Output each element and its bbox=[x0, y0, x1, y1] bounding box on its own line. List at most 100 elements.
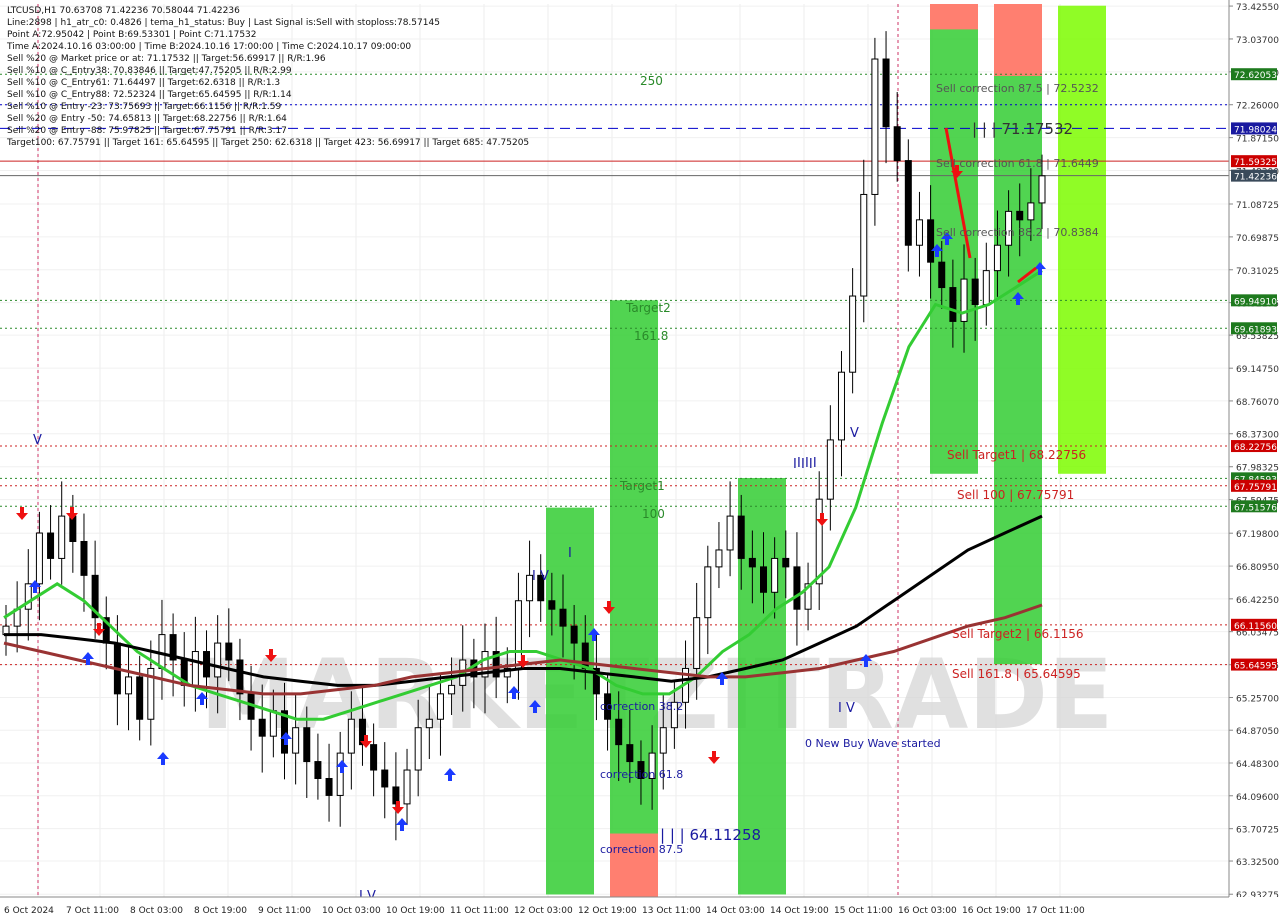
candle-body bbox=[938, 261, 946, 289]
candle-body bbox=[927, 219, 935, 263]
price-axis: 73.4255073.0370072.6485072.2600071.87150… bbox=[1228, 0, 1280, 920]
time-tick-label: 16 Oct 03:00 bbox=[898, 906, 957, 916]
candle-body bbox=[982, 270, 990, 305]
time-tick-label: 10 Oct 19:00 bbox=[386, 906, 445, 916]
time-tick-label: 17 Oct 11:00 bbox=[1026, 906, 1085, 916]
candle-body bbox=[715, 549, 723, 568]
price-tick-label: 66.80950 bbox=[1236, 563, 1279, 573]
price-tag-label: 66.11560 bbox=[1234, 622, 1277, 632]
chart-annotation: correction 87.5 bbox=[600, 843, 683, 856]
candle-body bbox=[35, 532, 43, 585]
wave-label: V bbox=[850, 426, 859, 441]
chart-annotation: 0 New Buy Wave started bbox=[805, 737, 941, 750]
time-tick-label: 6 Oct 2024 bbox=[4, 906, 54, 916]
candle-body bbox=[771, 557, 779, 593]
chart-annotation: Sell correction 38.2 | 70.8384 bbox=[936, 226, 1099, 239]
candle-body bbox=[748, 557, 756, 568]
price-tick-label: 64.09600 bbox=[1236, 793, 1279, 803]
candle-body bbox=[570, 625, 578, 644]
candle-body bbox=[626, 744, 634, 763]
time-tick-label: 12 Oct 03:00 bbox=[514, 906, 573, 916]
chart-annotation: Target2 bbox=[625, 301, 671, 315]
price-tick-label: 65.25700 bbox=[1236, 694, 1279, 704]
candle-body bbox=[904, 160, 912, 246]
candle-body bbox=[414, 727, 422, 771]
candle-body bbox=[236, 659, 244, 695]
candle-body bbox=[370, 744, 378, 771]
header-line: Sell %20 @ Market price or at: 71.17532 … bbox=[7, 54, 326, 64]
header-line: Sell %10 @ C_Entry61: 71.64497 || Target… bbox=[7, 78, 280, 88]
candle-body bbox=[347, 718, 355, 754]
chart-window: MARKETZITRADE 250Target2161.8Target1100c… bbox=[0, 0, 1280, 920]
fib-zone bbox=[546, 507, 594, 895]
price-tick-label: 69.14750 bbox=[1236, 365, 1279, 375]
candle-body bbox=[949, 287, 957, 322]
chart-annotation: Sell correction 87.5 | 72.5232 bbox=[936, 82, 1099, 95]
candle-body bbox=[158, 634, 166, 669]
price-tag-label: 67.51576 bbox=[1234, 503, 1277, 513]
chart-annotation: Sell 100 | 67.75791 bbox=[957, 488, 1074, 502]
price-tick-label: 72.26000 bbox=[1236, 102, 1279, 112]
chart-annotation: Sell 161.8 | 65.64595 bbox=[952, 667, 1081, 681]
time-tick-label: 14 Oct 03:00 bbox=[706, 906, 765, 916]
candle-body bbox=[915, 219, 923, 246]
candle-body bbox=[58, 515, 66, 559]
wave-label: V bbox=[33, 433, 42, 448]
candle-body bbox=[993, 244, 1001, 272]
price-tag-label: 71.98024 bbox=[1234, 125, 1277, 135]
price-tick-label: 73.03700 bbox=[1236, 36, 1279, 46]
price-chart: MARKETZITRADE 250Target2161.8Target1100c… bbox=[0, 0, 1280, 920]
wave-label: I V bbox=[838, 701, 855, 716]
time-tick-label: 15 Oct 11:00 bbox=[834, 906, 893, 916]
chart-annotation: 250 bbox=[640, 74, 663, 88]
header-line: Sell %20 @ Entry -50: 74.65813 || Target… bbox=[7, 114, 287, 124]
chart-annotation: correction 61.8 bbox=[600, 768, 683, 781]
price-tag-label: 71.59325 bbox=[1234, 158, 1277, 168]
wave-label: I bbox=[568, 546, 572, 561]
candle-body bbox=[548, 600, 556, 610]
header-line: Sell %10 @ Entry -23: 73.75693 || Target… bbox=[7, 102, 281, 112]
candle-body bbox=[1038, 175, 1046, 204]
time-tick-label: 11 Oct 11:00 bbox=[450, 906, 509, 916]
header-line: Sell %10 @ C_Entry88: 72.52324 || Target… bbox=[7, 90, 292, 100]
wave-label: I V bbox=[532, 569, 549, 584]
candle-body bbox=[704, 566, 712, 619]
candle-body bbox=[24, 583, 32, 610]
candle-body bbox=[882, 58, 890, 128]
candle-body bbox=[269, 710, 277, 737]
price-tick-label: 73.42550 bbox=[1236, 3, 1279, 13]
price-tag-label: 68.22756 bbox=[1234, 443, 1277, 453]
chart-annotation: Sell Target2 | 66.1156 bbox=[952, 627, 1084, 641]
header-line: Sell %20 @ Entry -88: 75.97825 || Target… bbox=[7, 126, 287, 136]
wave-label: I I I bbox=[793, 457, 813, 472]
time-tick-label: 8 Oct 03:00 bbox=[130, 906, 183, 916]
price-tick-label: 70.31025 bbox=[1236, 267, 1279, 277]
candle-body bbox=[860, 193, 868, 297]
header-line: Time A:2024.10.16 03:00:00 | Time B:2024… bbox=[6, 42, 411, 52]
chart-annotation: | | | 71.17532 bbox=[972, 120, 1073, 138]
price-tick-label: 64.87050 bbox=[1236, 727, 1279, 737]
time-axis-bg bbox=[0, 897, 1280, 920]
price-tick-label: 67.19800 bbox=[1236, 530, 1279, 540]
candle-body bbox=[815, 498, 823, 585]
chart-annotation: | | | 64.11258 bbox=[660, 826, 761, 844]
candle-body bbox=[693, 617, 701, 669]
fib-zone bbox=[610, 300, 658, 895]
header-line: Target100: 67.75791 || Target 161: 65.64… bbox=[6, 138, 529, 148]
time-tick-label: 9 Oct 11:00 bbox=[258, 906, 311, 916]
chart-annotation: Sell Target1 | 68.22756 bbox=[947, 448, 1086, 462]
fib-zone-cap bbox=[930, 4, 978, 30]
price-tag-label: 72.62053 bbox=[1234, 71, 1277, 81]
price-tag-label: 69.61893 bbox=[1234, 325, 1277, 335]
candle-body bbox=[425, 718, 433, 729]
candle-body bbox=[782, 557, 790, 568]
price-tick-label: 66.42250 bbox=[1236, 596, 1279, 606]
candle-body bbox=[292, 727, 300, 754]
candle-body bbox=[837, 371, 845, 441]
candle-body bbox=[214, 642, 222, 678]
candle-body bbox=[69, 515, 77, 542]
price-tick-label: 68.76070 bbox=[1236, 398, 1279, 408]
price-tick-label: 70.69875 bbox=[1236, 234, 1279, 244]
price-tag-label: 69.94910 bbox=[1234, 297, 1277, 307]
chart-annotation: Sell correction 61.8 | 71.6449 bbox=[936, 157, 1099, 170]
